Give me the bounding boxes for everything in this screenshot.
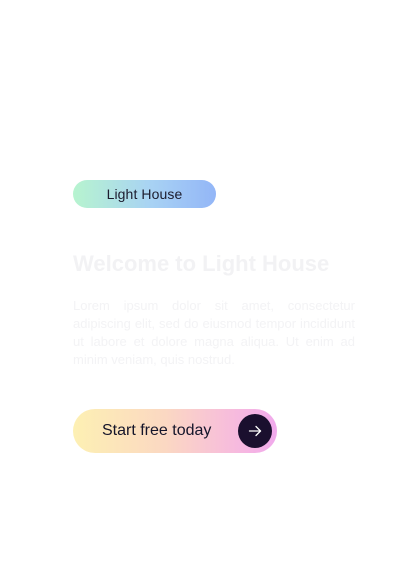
arrow-right-icon xyxy=(238,414,272,448)
hero-title: Welcome to Light House xyxy=(73,251,330,276)
badge-label: Light House xyxy=(106,186,183,202)
light-house-badge: Light House xyxy=(73,180,216,208)
start-free-button[interactable]: Start free today xyxy=(73,409,277,453)
hero-description: Lorem ipsum dolor sit amet, consectetur … xyxy=(73,298,355,367)
start-free-button-label: Start free today xyxy=(102,422,212,439)
